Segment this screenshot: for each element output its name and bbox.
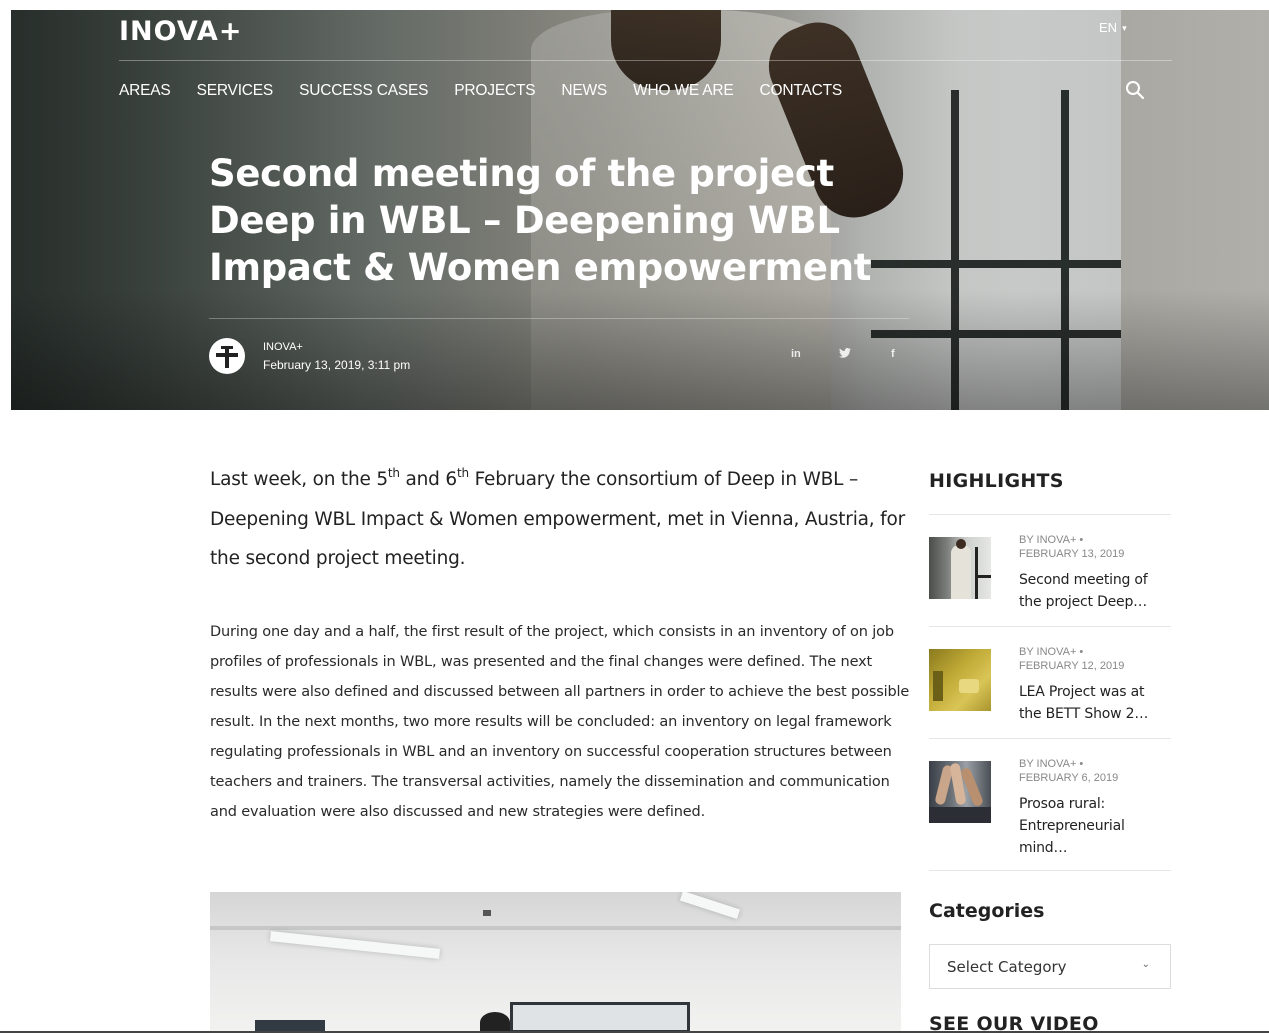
nav-item-services[interactable]: SERVICES bbox=[197, 82, 274, 100]
nav-item-who-we-are[interactable]: WHO WE ARE bbox=[633, 82, 734, 100]
sidebar: HIGHLIGHTS BY INOVA+ • FEBRUARY 13, 2019… bbox=[929, 470, 1171, 871]
nav-item-success-cases[interactable]: SUCCESS CASES bbox=[299, 82, 428, 100]
highlight-meta: BY INOVA+ • FEBRUARY 13, 2019 bbox=[1019, 534, 1125, 560]
facebook-icon[interactable]: f bbox=[891, 348, 895, 360]
hero-divider bbox=[209, 318, 909, 319]
linkedin-icon[interactable]: in bbox=[791, 348, 801, 360]
main-nav: AREAS SERVICES SUCCESS CASES PROJECTS NE… bbox=[119, 82, 868, 100]
article-image bbox=[210, 892, 901, 1033]
nav-item-projects[interactable]: PROJECTS bbox=[454, 82, 535, 100]
highlight-thumbnail[interactable] bbox=[929, 537, 991, 599]
highlight-title[interactable]: Second meeting of the project Deep… bbox=[1019, 569, 1169, 613]
article-lead: Last week, on the 5th and 6th February t… bbox=[210, 466, 905, 569]
caret-down-icon: ▾ bbox=[1122, 23, 1127, 33]
nav-item-news[interactable]: NEWS bbox=[561, 82, 607, 100]
highlights-heading: HIGHLIGHTS bbox=[929, 470, 1064, 492]
highlight-thumbnail[interactable] bbox=[929, 761, 991, 823]
hero-banner: INOVA+ EN ▾ AREAS SERVICES SUCCESS CASES … bbox=[11, 10, 1269, 410]
category-select[interactable]: Select Category ⌄ bbox=[929, 944, 1171, 989]
highlight-meta: BY INOVA+ • FEBRUARY 6, 2019 bbox=[1019, 758, 1119, 784]
video-heading: SEE OUR VIDEO bbox=[929, 1013, 1099, 1033]
inova-plus-icon bbox=[216, 346, 238, 368]
article-body: During one day and a half, the first res… bbox=[210, 623, 910, 820]
category-select-value: Select Category bbox=[947, 957, 1067, 976]
twitter-icon[interactable] bbox=[839, 347, 851, 361]
post-date: February 13, 2019, 3:11 pm bbox=[263, 358, 411, 372]
highlight-title[interactable]: LEA Project was at the BETT Show 2… bbox=[1019, 681, 1169, 725]
language-label: EN bbox=[1099, 20, 1118, 35]
highlight-item[interactable]: BY INOVA+ • FEBRUARY 6, 2019 Prosoa rura… bbox=[929, 739, 1171, 870]
highlight-title[interactable]: Prosoa rural: Entrepreneurial mind… bbox=[1019, 793, 1169, 859]
author-name[interactable]: INOVA+ bbox=[263, 341, 303, 353]
highlight-item[interactable]: BY INOVA+ • FEBRUARY 12, 2019 LEA Projec… bbox=[929, 627, 1171, 738]
author-avatar bbox=[209, 338, 245, 374]
chevron-down-icon: ⌄ bbox=[1141, 959, 1150, 970]
highlight-thumbnail[interactable] bbox=[929, 649, 991, 711]
article-content: Last week, on the 5th and 6th February t… bbox=[210, 460, 910, 827]
highlight-item[interactable]: BY INOVA+ • FEBRUARY 13, 2019 Second mee… bbox=[929, 515, 1171, 626]
highlight-meta: BY INOVA+ • FEBRUARY 12, 2019 bbox=[1019, 646, 1125, 672]
language-selector[interactable]: EN ▾ bbox=[1099, 20, 1127, 35]
nav-item-areas[interactable]: AREAS bbox=[119, 82, 171, 100]
site-logo[interactable]: INOVA+ bbox=[119, 16, 242, 47]
page-title: Second meeting of the project Deep in WB… bbox=[209, 152, 872, 289]
nav-divider bbox=[119, 60, 1172, 61]
search-icon[interactable] bbox=[1125, 80, 1145, 100]
categories-heading: Categories bbox=[929, 900, 1045, 922]
nav-item-contacts[interactable]: CONTACTS bbox=[760, 82, 843, 100]
